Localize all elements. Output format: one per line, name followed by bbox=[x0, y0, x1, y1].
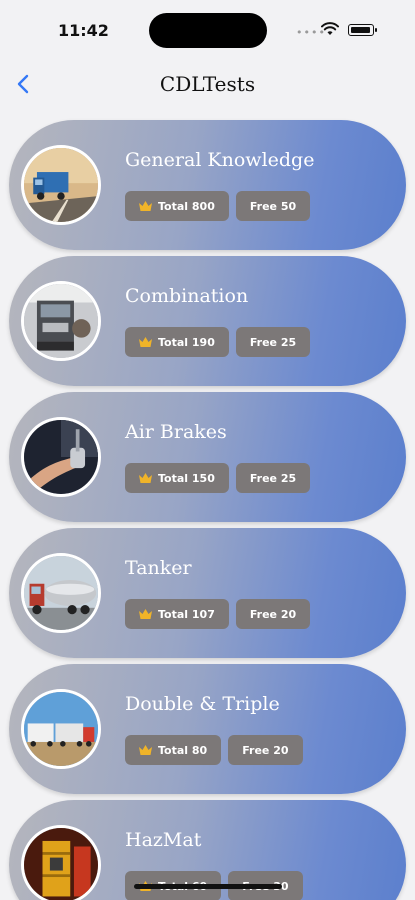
hand-lever-image bbox=[24, 420, 98, 494]
free-count: Free 25 bbox=[249, 471, 297, 485]
test-card-double-triple[interactable]: Double & Triple Total 80 Free 20 bbox=[9, 664, 406, 794]
total-count: Total 800 bbox=[158, 199, 215, 213]
hazmat-barrel-image bbox=[24, 828, 98, 900]
test-thumbnail bbox=[21, 689, 101, 769]
test-badges: Total 107 Free 20 bbox=[125, 599, 311, 629]
crown-icon bbox=[139, 201, 152, 211]
test-title: Combination bbox=[125, 285, 249, 307]
test-badges: Total 150 Free 25 bbox=[125, 463, 311, 493]
test-title: HazMat bbox=[125, 829, 202, 851]
free-count: Free 20 bbox=[249, 607, 297, 621]
truck-highway-image bbox=[24, 148, 98, 222]
test-badges: Total 800 Free 50 bbox=[125, 191, 311, 221]
battery-icon bbox=[348, 24, 377, 36]
page-title: CDLTests bbox=[159, 72, 256, 96]
crown-icon bbox=[139, 609, 152, 619]
crown-icon bbox=[139, 473, 152, 483]
total-count: Total 107 bbox=[158, 607, 215, 621]
home-indicator[interactable] bbox=[134, 884, 282, 889]
status-time: 11:42 bbox=[58, 21, 109, 40]
test-title: Tanker bbox=[125, 557, 192, 579]
free-badge: Free 25 bbox=[235, 327, 311, 357]
crown-icon bbox=[139, 337, 152, 347]
truck-front-image bbox=[24, 284, 98, 358]
test-card-tanker[interactable]: Tanker Total 107 Free 20 bbox=[9, 528, 406, 658]
free-badge: Free 20 bbox=[228, 735, 303, 765]
free-count: Free 20 bbox=[242, 743, 289, 757]
total-badge: Total 190 bbox=[125, 327, 229, 357]
test-thumbnail bbox=[21, 281, 101, 361]
test-thumbnail bbox=[21, 417, 101, 497]
dynamic-island bbox=[149, 13, 267, 48]
test-card-combination[interactable]: Combination Total 190 Free 25 bbox=[9, 256, 406, 386]
wifi-icon bbox=[321, 22, 339, 35]
crown-icon bbox=[139, 745, 152, 755]
total-badge: Total 150 bbox=[125, 463, 229, 493]
total-badge: Total 800 bbox=[125, 191, 229, 221]
free-count: Free 50 bbox=[249, 199, 297, 213]
test-title: Air Brakes bbox=[125, 421, 227, 443]
free-count: Free 25 bbox=[249, 335, 297, 349]
test-badges: Total 80 Free 20 bbox=[125, 735, 303, 765]
free-badge: Free 20 bbox=[235, 599, 311, 629]
nav-bar: CDLTests bbox=[0, 62, 415, 108]
test-thumbnail bbox=[21, 825, 101, 900]
status-bar: 11:42 •••• bbox=[0, 0, 415, 62]
test-title: General Knowledge bbox=[125, 149, 315, 171]
test-badges: Total 190 Free 25 bbox=[125, 327, 311, 357]
free-badge: Free 25 bbox=[235, 463, 311, 493]
test-title: Double & Triple bbox=[125, 693, 280, 715]
tanker-truck-image bbox=[24, 556, 98, 630]
test-thumbnail bbox=[21, 145, 101, 225]
test-card-general-knowledge[interactable]: General Knowledge Total 800 Free 50 bbox=[9, 120, 406, 250]
double-trailer-image bbox=[24, 692, 98, 766]
total-count: Total 80 bbox=[158, 743, 208, 757]
total-badge: Total 107 bbox=[125, 599, 229, 629]
free-badge: Free 50 bbox=[235, 191, 311, 221]
total-count: Total 190 bbox=[158, 335, 215, 349]
test-card-air-brakes[interactable]: Air Brakes Total 150 Free 25 bbox=[9, 392, 406, 522]
total-count: Total 150 bbox=[158, 471, 215, 485]
total-badge: Total 80 bbox=[125, 735, 222, 765]
test-thumbnail bbox=[21, 553, 101, 633]
